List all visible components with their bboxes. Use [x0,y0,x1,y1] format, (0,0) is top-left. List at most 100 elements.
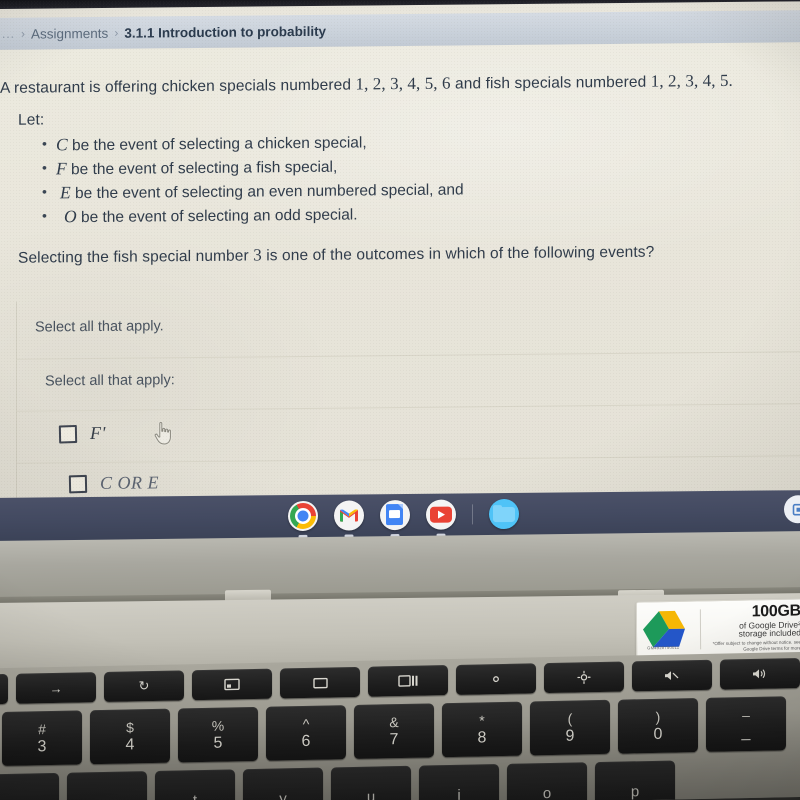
shelf-app-files[interactable] [488,498,519,529]
key-0-symbol: ) [655,708,661,725]
select-all-sublabel: Select all that apply: [45,372,175,390]
option-label-1: F' [90,422,106,444]
system-tray-icon[interactable] [784,495,800,524]
key-fullscreen[interactable] [192,668,272,701]
event-text-o: be the event of selecting an odd special… [80,206,358,227]
breadcrumb: ... › Assignments › 3.1.1 Introduction t… [0,15,326,50]
breadcrumb-separator-1: › [21,26,26,41]
key-t[interactable]: t [155,769,235,800]
screen-bezel [0,0,800,9]
key-mute[interactable] [632,659,712,692]
key-o-label: o [542,785,552,800]
key-7[interactable]: & 7 [354,703,434,759]
key-6-symbol: ^ [302,715,310,732]
option-label-2: C OR E [100,472,159,493]
key-7-symbol: & [389,713,399,730]
checkbox-option-1[interactable] [58,424,78,444]
key-0[interactable]: ) 0 [618,698,698,754]
key-5-symbol: % [211,717,225,734]
statement-text-1: A restaurant is offering chicken special… [0,76,352,97]
key-letter[interactable] [0,772,59,800]
pointer-hand-cursor [154,421,171,445]
key-8[interactable]: * 8 [442,701,522,758]
key-p-label: p [630,783,640,800]
key-back[interactable]: ← [0,673,8,706]
key-4[interactable]: $ 4 [90,708,170,765]
answer-card: Select all that apply. Select all that a… [16,294,800,500]
key-volume-up[interactable] [720,658,800,690]
chromebook-screen: ... › Assignments › 3.1.1 Introduction t… [0,0,800,500]
key-y-label: y [279,790,287,800]
key-u[interactable]: u [331,765,411,800]
key-p[interactable]: p [595,760,675,800]
prompt-text-1: Selecting the fish special number [18,247,249,267]
key-minus[interactable]: – _ [706,696,786,752]
question-content: A restaurant is offering chicken special… [0,42,800,500]
event-text-f: be the event of selecting a fish special… [71,158,338,179]
mute-icon [665,671,679,681]
key-minus-symbol: – [742,706,750,723]
shelf-app-youtube[interactable] [425,498,456,530]
key-0-number: 0 [653,725,663,743]
laptop-keyboard: ← → ↻ [0,651,800,800]
key-5[interactable]: % 5 [178,706,258,763]
shelf-status-tray[interactable] [784,495,800,524]
key-4-symbol: $ [126,718,134,736]
shelf-separator [471,503,473,524]
shelf-app-slides[interactable] [379,499,410,530]
key-6[interactable]: ^ 6 [266,705,346,761]
key-9[interactable]: ( 9 [530,699,610,756]
option-1[interactable]: F' [58,422,106,444]
list-item: O be the event of selecting an odd speci… [56,201,464,229]
keyboard-letter-row: t y u i o p [0,760,723,800]
shelf-app-chrome[interactable] [287,500,318,531]
statement-numbers-chicken: 1, 2, 3, 4, 5, 6 [355,73,451,94]
key-y[interactable]: y [243,767,323,800]
event-symbol-c: C [56,134,68,155]
breadcrumb-item-current[interactable]: 3.1.1 Introduction to probability [124,23,326,40]
key-minus-underscore: _ [741,723,751,741]
option-2[interactable]: C OR E [68,472,159,494]
key-4-number: 4 [125,735,135,754]
key-3-symbol: # [38,720,46,737]
key-brightness-up[interactable] [544,661,624,694]
window-icon [312,677,328,688]
let-label: Let: [18,111,45,129]
screenshot-root: ... › Assignments › 3.1.1 Introduction t… [0,0,800,800]
answer-option-row-1[interactable]: F' [17,404,800,464]
overview-icon [398,675,418,687]
brightness-up-icon [577,670,591,684]
event-text-c: be the event of selecting a chicken spec… [72,134,367,155]
statement-numbers-fish: 1, 2, 3, 4, 5. [650,70,733,91]
key-window[interactable] [280,666,360,699]
key-9-symbol: ( [567,710,573,727]
key-o[interactable]: o [507,762,587,800]
key-overview[interactable] [368,665,448,697]
checkbox-option-2[interactable] [68,474,88,493]
key-i[interactable]: i [419,764,499,800]
sticker-fine-print: *Offer subject to change without notice.… [712,639,800,652]
sticker-text: 100GB of Google Drive² storage included … [706,603,800,653]
key-forward[interactable]: → [16,672,96,704]
keyboard-number-row: @ 2 # 3 $ 4 % 5 ^ 6 & 7 [0,696,786,768]
sticker-line3: storage included [738,627,800,640]
sticker-divider [699,609,702,650]
key-t-label: t [193,792,197,800]
question-prompt: Selecting the fish special number 3 is o… [18,242,654,268]
brightness-down-icon [493,676,499,683]
key-reload[interactable]: ↻ [104,670,184,702]
shelf-app-gmail[interactable] [333,499,364,531]
answer-row-subinstruction: Select all that apply: [17,352,800,412]
key-brightness-down[interactable] [456,663,536,695]
breadcrumb-item-assignments[interactable]: Assignments [31,25,108,41]
event-text-e: be the event of selecting an even number… [75,181,464,203]
answer-row-instruction: Select all that apply. [17,294,800,360]
chrome-icon [289,502,316,529]
breadcrumb-ellipsis[interactable]: ... [2,27,15,41]
files-icon [493,505,515,522]
square-icon [792,503,800,516]
google-drive-sticker: GM4928750011 100GB of Google Drive² stor… [635,598,800,660]
key-letter[interactable] [67,771,147,800]
event-symbol-f: F [56,158,67,179]
key-3[interactable]: # 3 [2,710,82,767]
